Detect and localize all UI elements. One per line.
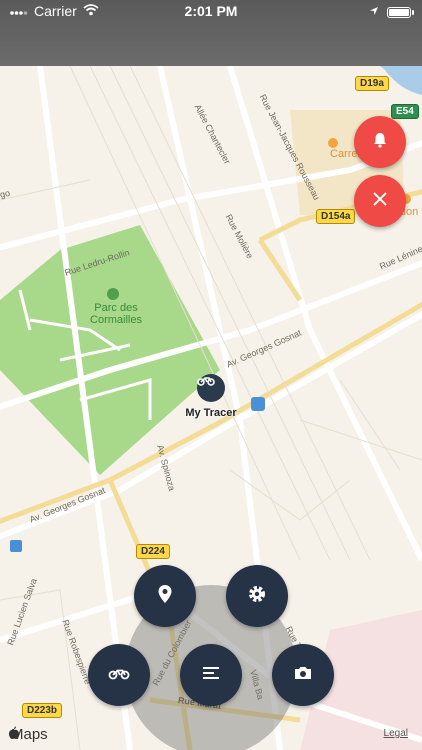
tracer-marker[interactable] (197, 374, 225, 402)
tracer-label: My Tracer (185, 407, 237, 419)
settings-button[interactable] (226, 565, 288, 627)
location-arrow-icon (369, 3, 379, 21)
park-label: Parc des Cormailles (90, 302, 142, 326)
vehicle-button[interactable] (88, 644, 150, 706)
menu-icon (202, 666, 220, 685)
camera-button[interactable] (272, 644, 334, 706)
road-shield: E54 (391, 104, 419, 119)
close-icon (372, 191, 388, 212)
shop-icon (328, 138, 338, 148)
road-shield: D223b (22, 703, 63, 718)
gear-icon (247, 584, 267, 609)
bus-stop-icon (251, 397, 265, 411)
status-bar: Carrier 2:01 PM (0, 0, 422, 66)
bell-icon (371, 131, 389, 154)
status-time: 2:01 PM (184, 3, 238, 19)
locate-button[interactable] (134, 565, 196, 627)
battery-icon (387, 6, 411, 18)
menu-button[interactable] (180, 644, 242, 706)
road-shield: D224 (136, 544, 170, 559)
map-view[interactable]: Parc des Cormailles Carrel ction Rue Jea… (0, 0, 422, 750)
alarm-button[interactable] (354, 116, 406, 168)
road-shield: D19a (355, 76, 389, 91)
park-icon (107, 288, 119, 300)
stop-button[interactable] (354, 175, 406, 227)
location-pin-icon (157, 584, 173, 609)
road-shield: D154a (316, 209, 356, 224)
legal-link[interactable]: Legal (384, 728, 408, 739)
camera-icon (293, 665, 313, 686)
maps-attribution: Maps (8, 726, 48, 743)
train-station-icon (10, 540, 22, 552)
motorcycle-icon (108, 666, 130, 685)
